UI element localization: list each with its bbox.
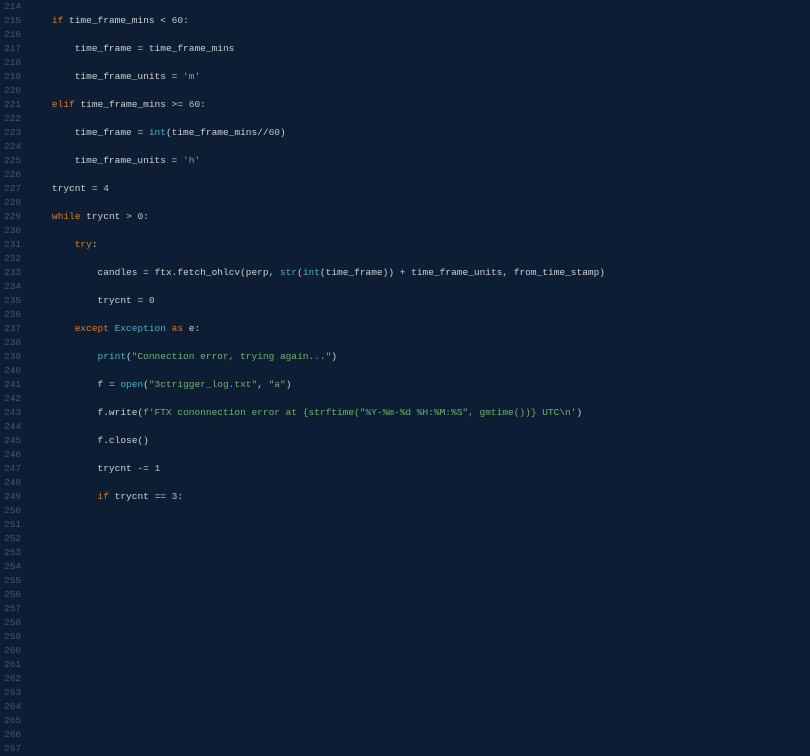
line-number: 222 (4, 112, 21, 126)
line-number: 217 (4, 42, 21, 56)
line-number: 221 (4, 98, 21, 112)
line-number: 231 (4, 238, 21, 252)
code-line[interactable]: time_frame = int(time_frame_mins//60) (29, 126, 810, 140)
line-number: 214 (4, 0, 21, 14)
code-line[interactable]: if trycnt == 3: (29, 490, 810, 504)
line-number: 251 (4, 518, 21, 532)
code-line[interactable]: time_frame_units = 'm' (29, 70, 810, 84)
line-number: 265 (4, 714, 21, 728)
line-number: 247 (4, 462, 21, 476)
line-number: 237 (4, 322, 21, 336)
code-line[interactable]: try: (29, 238, 810, 252)
code-line[interactable]: time_frame_units = 'h' (29, 154, 810, 168)
line-number: 256 (4, 588, 21, 602)
line-number: 266 (4, 728, 21, 742)
line-number: 229 (4, 210, 21, 224)
code-line[interactable]: candles = ftx.fetch_ohlcv(perp, str(int(… (29, 266, 810, 280)
line-number: 243 (4, 406, 21, 420)
code-line[interactable]: trycnt -= 1 (29, 462, 810, 476)
line-number: 258 (4, 616, 21, 630)
line-number: 253 (4, 546, 21, 560)
line-number-gutter: 2142152162172182192202212222232242252262… (0, 0, 29, 515)
line-number: 218 (4, 56, 21, 70)
line-number: 264 (4, 700, 21, 714)
code-line[interactable]: trycnt = 4 (29, 182, 810, 196)
line-number: 267 (4, 742, 21, 756)
line-number: 261 (4, 658, 21, 672)
line-number: 234 (4, 280, 21, 294)
line-number: 232 (4, 252, 21, 266)
line-number: 224 (4, 140, 21, 154)
code-line[interactable]: except Exception as e: (29, 322, 810, 336)
line-number: 216 (4, 28, 21, 42)
line-number: 236 (4, 308, 21, 322)
line-number: 259 (4, 630, 21, 644)
line-number: 249 (4, 490, 21, 504)
line-number: 262 (4, 672, 21, 686)
line-number: 227 (4, 182, 21, 196)
code-area[interactable]: if time_frame_mins < 60: time_frame = ti… (29, 0, 810, 515)
code-line[interactable]: elif time_frame_mins >= 60: (29, 98, 810, 112)
line-number: 250 (4, 504, 21, 518)
line-number: 239 (4, 350, 21, 364)
line-number: 241 (4, 378, 21, 392)
code-line[interactable]: while trycnt > 0: (29, 210, 810, 224)
line-number: 244 (4, 420, 21, 434)
code-line[interactable]: trycnt = 0 (29, 294, 810, 308)
line-number: 230 (4, 224, 21, 238)
code-line[interactable]: f.close() (29, 434, 810, 448)
code-line[interactable]: f.write(f'FTX cononnection error at {str… (29, 406, 810, 420)
line-number: 246 (4, 448, 21, 462)
line-number: 263 (4, 686, 21, 700)
line-number: 215 (4, 14, 21, 28)
line-number: 240 (4, 364, 21, 378)
line-number: 238 (4, 336, 21, 350)
line-number: 254 (4, 560, 21, 574)
line-number: 255 (4, 574, 21, 588)
line-number: 252 (4, 532, 21, 546)
line-number: 228 (4, 196, 21, 210)
code-line[interactable]: f = open("3ctrigger_log.txt", "a") (29, 378, 810, 392)
line-number: 245 (4, 434, 21, 448)
line-number: 225 (4, 154, 21, 168)
code-line[interactable]: print("Connection error, trying again...… (29, 350, 810, 364)
line-number: 257 (4, 602, 21, 616)
line-number: 235 (4, 294, 21, 308)
line-number: 242 (4, 392, 21, 406)
line-number: 248 (4, 476, 21, 490)
code-line[interactable]: time_frame = time_frame_mins (29, 42, 810, 56)
line-number: 219 (4, 70, 21, 84)
code-editor[interactable]: 2142152162172182192202212222232242252262… (0, 0, 810, 515)
line-number: 223 (4, 126, 21, 140)
line-number: 260 (4, 644, 21, 658)
line-number: 226 (4, 168, 21, 182)
line-number: 220 (4, 84, 21, 98)
line-number: 233 (4, 266, 21, 280)
code-line[interactable]: if time_frame_mins < 60: (29, 14, 810, 28)
